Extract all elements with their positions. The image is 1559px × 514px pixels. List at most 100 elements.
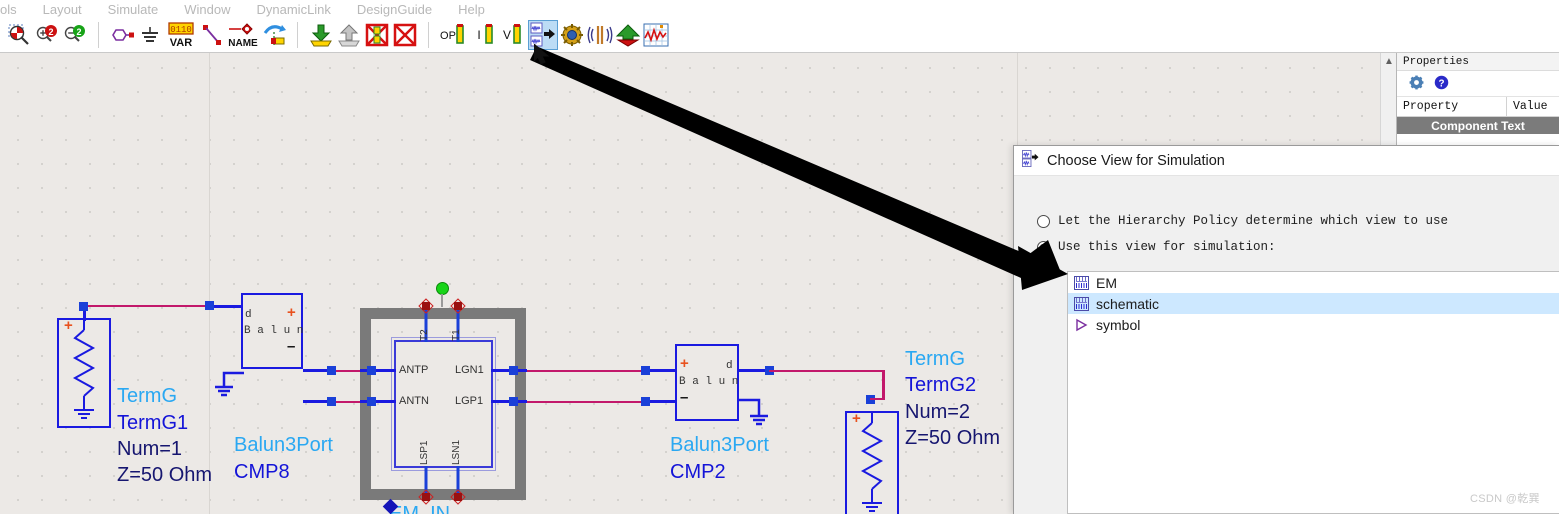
- zoom-area-icon[interactable]: [5, 20, 33, 50]
- list-item-label: symbol: [1096, 316, 1141, 333]
- svg-text:0110: 0110: [170, 25, 192, 35]
- zoom-in-2x-icon[interactable]: 2: [33, 20, 61, 50]
- term-g1-instance-label: TermG1: [117, 412, 189, 434]
- em-port-lgp1-label: LGP1: [455, 395, 484, 407]
- simulate-icon[interactable]: [614, 20, 642, 50]
- tuning-icon[interactable]: [586, 20, 614, 50]
- gear-icon[interactable]: [1409, 75, 1424, 93]
- menu-item-simulate[interactable]: Simulate: [108, 2, 159, 17]
- em-left-lead-top: [360, 369, 396, 372]
- balun2-type-label: Balun3Port: [670, 434, 769, 456]
- properties-panel-title: Properties: [1397, 53, 1559, 71]
- grid-line: [209, 53, 210, 514]
- insert-port-icon[interactable]: [108, 20, 136, 50]
- wire-term1-to-balun1: [85, 305, 209, 307]
- insert-ground-icon[interactable]: [136, 20, 164, 50]
- term-g2-impedance-label: Z=50 Ohm: [905, 427, 1001, 449]
- help-icon[interactable]: ?: [1434, 75, 1449, 93]
- wire-node: [641, 397, 650, 406]
- schematic-view-icon: [1074, 296, 1089, 311]
- menu-item-tools[interactable]: ols: [0, 2, 17, 17]
- simulation-settings-icon[interactable]: [558, 20, 586, 50]
- option-use-this-view[interactable]: Use this view for simulation:: [1014, 236, 1559, 258]
- list-item-schematic[interactable]: schematic: [1068, 293, 1559, 314]
- list-item-label: EM: [1096, 274, 1117, 291]
- term-g2-polarity: +: [852, 410, 861, 427]
- scroll-up-chevron-icon[interactable]: ▲: [1381, 53, 1397, 69]
- svg-text:2: 2: [48, 27, 53, 37]
- term-g2-instance-label: TermG2: [905, 374, 977, 396]
- wire-term2-drop: [882, 370, 885, 398]
- svg-text:I: I: [477, 28, 480, 42]
- wire-node: [327, 397, 336, 406]
- term-g1-num-label: Num=1: [117, 438, 183, 460]
- svg-text:VAR: VAR: [170, 37, 192, 49]
- balun1-instance-label: CMP8: [234, 461, 290, 483]
- insert-pin-icon[interactable]: [260, 20, 288, 50]
- balun1-body-label: B a l u n: [244, 325, 304, 337]
- voltage-probe-icon[interactable]: V: [500, 20, 528, 50]
- dialog-title-text: Choose View for Simulation: [1047, 152, 1225, 169]
- toolbar-separator: [297, 22, 298, 48]
- insert-var-icon[interactable]: 0110 VAR: [164, 20, 198, 50]
- wire-node: [79, 302, 88, 311]
- option-hierarchy-policy-label: Let the Hierarchy Policy determine which…: [1058, 214, 1449, 228]
- wire-node: [327, 366, 336, 375]
- properties-panel-toolbar: ?: [1397, 71, 1559, 97]
- radio-use-this-view[interactable]: [1037, 240, 1050, 254]
- schematic-view-icon: [1074, 275, 1089, 290]
- wire-node: [367, 366, 376, 375]
- wire-node: [205, 301, 214, 310]
- em-port-lgn1-label: LGN1: [455, 364, 484, 376]
- term-g1-polarity: +: [64, 317, 73, 334]
- display-results-icon[interactable]: [642, 20, 670, 50]
- balun2-minus-label: –: [680, 389, 689, 406]
- term-g2-type-label: TermG: [905, 348, 965, 370]
- balun2-pin-d-label: d: [726, 360, 733, 372]
- balun1-plus-label: +: [287, 304, 296, 321]
- list-item-symbol[interactable]: symbol: [1068, 314, 1559, 335]
- view-list[interactable]: EM schematic symbol: [1067, 271, 1559, 514]
- balun2-instance-label: CMP2: [670, 461, 726, 483]
- insert-wire-icon[interactable]: [198, 20, 226, 50]
- menu-item-designguide[interactable]: DesignGuide: [357, 2, 432, 17]
- zoom-out-2x-icon[interactable]: 2: [61, 20, 89, 50]
- toolbar-group-insert: 0110 VAR NAME: [103, 18, 293, 53]
- menu-item-help[interactable]: Help: [458, 2, 485, 17]
- em-port-lsp1-label: LSP1: [419, 440, 430, 465]
- term-g1-type-label: TermG: [117, 385, 177, 407]
- menu-item-dynamiclink[interactable]: DynamicLink: [257, 2, 331, 17]
- list-item-em[interactable]: EM: [1068, 272, 1559, 293]
- activate-component-icon[interactable]: [391, 20, 419, 50]
- pop-out-hierarchy-icon[interactable]: [335, 20, 363, 50]
- radio-hierarchy-policy[interactable]: [1037, 214, 1050, 228]
- mouse-cursor-icon: [534, 44, 550, 65]
- choose-view-dialog[interactable]: Choose View for Simulation Let the Hiera…: [1013, 145, 1559, 514]
- column-header-value: Value: [1513, 100, 1548, 113]
- balun1-type-label: Balun3Port: [234, 434, 333, 456]
- menu-bar: ols Layout Simulate Window DynamicLink D…: [0, 0, 1559, 18]
- wire-node: [367, 397, 376, 406]
- wire-node: [509, 366, 518, 375]
- dialog-body: Let the Hierarchy Policy determine which…: [1014, 176, 1559, 514]
- em-port-t1-label: T1: [451, 329, 462, 341]
- list-item-label: schematic: [1096, 295, 1160, 312]
- deactivate-component-icon[interactable]: [363, 20, 391, 50]
- menu-item-window[interactable]: Window: [184, 2, 230, 17]
- watermark: CSDN @乾巽: [1470, 493, 1540, 505]
- menu-item-layout[interactable]: Layout: [43, 2, 82, 17]
- em-port-t2-label: T2: [419, 329, 430, 341]
- dialog-title-bar: Choose View for Simulation: [1014, 146, 1559, 176]
- push-into-hierarchy-icon[interactable]: [307, 20, 335, 50]
- balun1-pin-d-label: d: [245, 309, 252, 321]
- em-port-lsn1-label: LSN1: [451, 439, 462, 465]
- current-probe-icon[interactable]: I: [472, 20, 500, 50]
- op-probe-icon[interactable]: OP: [438, 20, 472, 50]
- properties-group-header: Component Text: [1397, 117, 1559, 134]
- toolbar-group-zoom: 2 2: [0, 18, 94, 53]
- wire-term2-elbow: [870, 398, 885, 400]
- balun2-plus-label: +: [680, 355, 689, 372]
- svg-text:NAME: NAME: [228, 38, 258, 49]
- option-hierarchy-policy[interactable]: Let the Hierarchy Policy determine which…: [1014, 210, 1559, 232]
- wire-name-icon[interactable]: NAME: [226, 20, 260, 50]
